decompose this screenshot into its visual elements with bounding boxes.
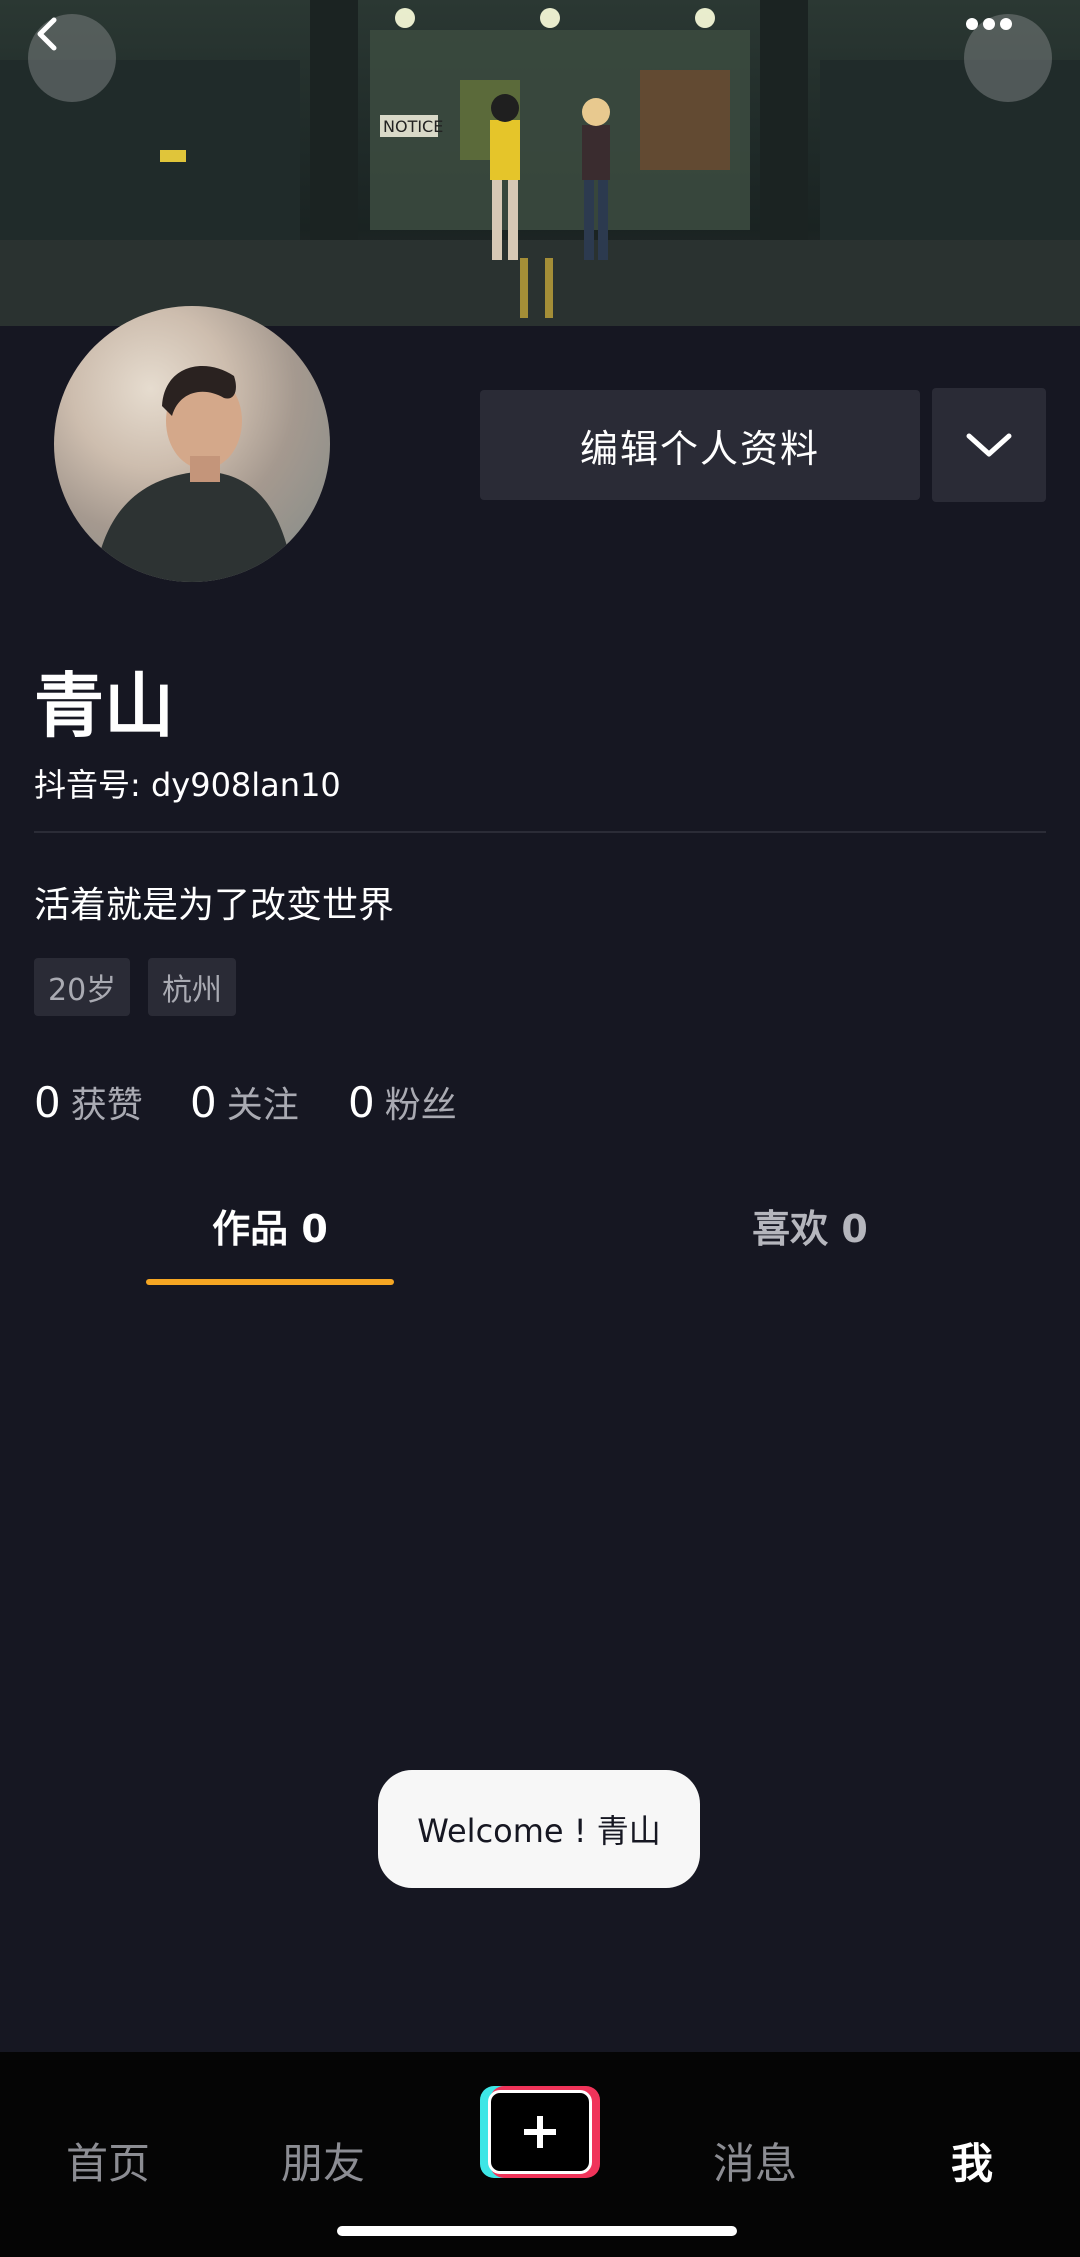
profile-page: NOTICE 编辑个人资料 青山 抖音号: dy908lan10 活着就是为了改… [0,0,1080,2257]
back-button[interactable] [28,14,116,102]
more-button[interactable] [964,14,1052,102]
chevron-down-icon [966,433,1012,457]
profile-name: 青山 [34,665,174,747]
edit-profile-label: 编辑个人资料 [579,426,820,471]
divider [34,831,1046,833]
nav-friends[interactable]: 朋友 [248,2130,398,2191]
cover-sign-text: NOTICE [383,117,443,136]
chevron-left-icon [37,17,57,51]
stat-likes-label: 获赞 [70,1085,143,1126]
stat-following[interactable]: 0 关注 [190,1076,299,1128]
plus-icon [524,2116,556,2148]
nav-home[interactable]: 首页 [33,2130,183,2191]
profile-bio[interactable]: 活着就是为了改变世界 [34,876,394,928]
create-button[interactable] [480,2086,600,2178]
stat-following-value: 0 [190,1078,217,1127]
edit-profile-button[interactable]: 编辑个人资料 [480,390,920,500]
tab-works[interactable]: 作品 0 [146,1198,394,1253]
home-indicator [337,2226,737,2236]
nav-messages[interactable]: 消息 [680,2130,830,2191]
stat-following-label: 关注 [226,1085,299,1126]
create-button-face [488,2090,592,2174]
nav-me[interactable]: 我 [897,2130,1047,2191]
cover-image[interactable]: NOTICE [0,0,1080,326]
welcome-toast: Welcome ! 青山 [378,1770,700,1888]
tag-city-label: 杭州 [162,973,222,1008]
stat-fans[interactable]: 0 粉丝 [348,1076,457,1128]
cover-illustration: NOTICE [0,0,1080,326]
stat-likes-value: 0 [34,1078,61,1127]
stat-fans-label: 粉丝 [384,1085,457,1126]
more-dots-icon [966,18,1012,30]
tag-city: 杭州 [148,958,236,1016]
tag-age: 20岁 [34,958,131,1016]
tab-active-indicator [146,1279,394,1285]
avatar[interactable] [54,306,330,582]
expand-dropdown-button[interactable] [932,388,1046,502]
stat-fans-value: 0 [348,1078,375,1127]
avatar-illustration [94,366,294,582]
douyin-id[interactable]: 抖音号: dy908lan10 [34,760,341,806]
tag-age-label: 20岁 [48,973,117,1008]
tab-likes[interactable]: 喜欢 0 [686,1198,934,1253]
stat-likes[interactable]: 0 获赞 [34,1076,143,1128]
toast-text: Welcome ! 青山 [417,1812,661,1850]
